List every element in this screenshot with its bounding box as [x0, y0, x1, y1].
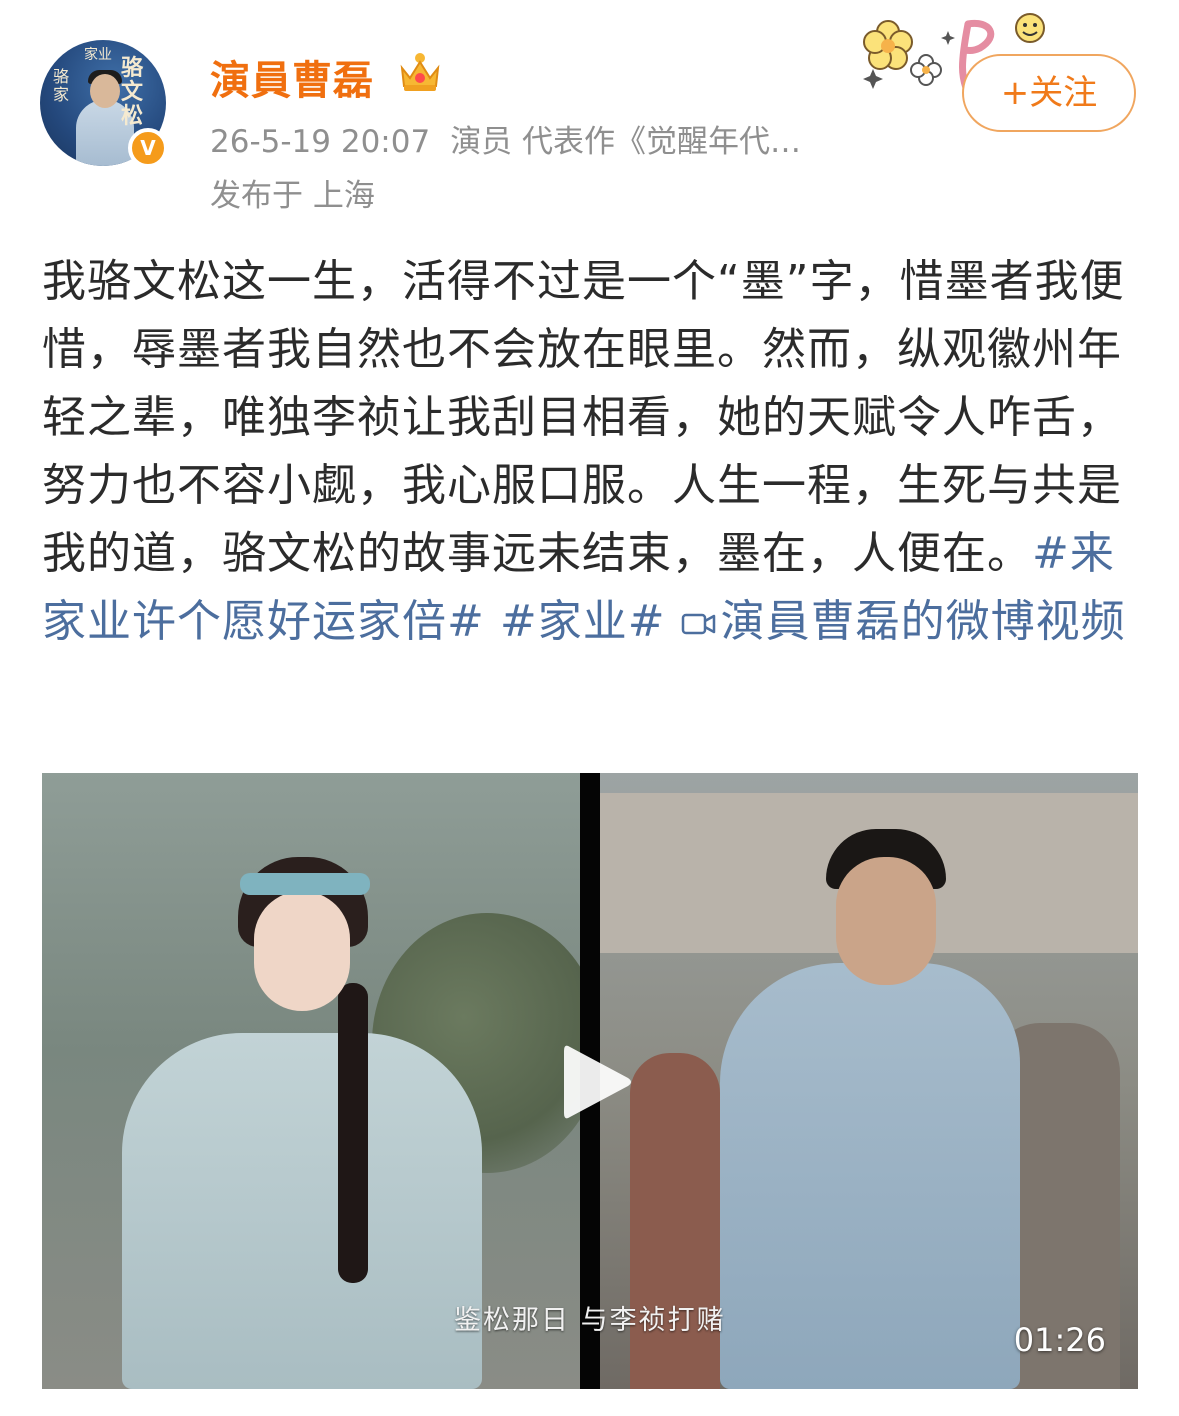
hashtag-link[interactable]: #家业# — [500, 596, 666, 647]
post-content: 我骆文松这一生，活得不过是一个“墨”字，惜墨者我便惜，辱墨者我自然也不会放在眼里… — [42, 248, 1142, 656]
verified-badge-icon: V — [128, 128, 168, 168]
crown-icon — [400, 53, 440, 91]
video-subtitle: 鉴松那日 与李祯打赌 — [454, 1305, 726, 1336]
scene-actress-braid — [338, 983, 368, 1283]
video-duration: 01:26 — [1013, 1321, 1106, 1359]
post-meta: 26-5-19 20:07 演员 代表作《觉醒年代… — [210, 116, 801, 161]
scene-actress-face — [254, 891, 350, 1011]
video-camera-icon — [681, 613, 715, 635]
scene-actress-headband — [240, 873, 370, 895]
author-description: 演员 代表作《觉醒年代… — [450, 124, 802, 160]
avatar-side-text: 骆家 — [52, 67, 69, 104]
scene-background-person — [630, 1053, 720, 1389]
video-frame-right — [600, 773, 1138, 1389]
post-body-text: 我骆文松这一生，活得不过是一个“墨”字，惜墨者我便惜，辱墨者我自然也不会放在眼里… — [42, 256, 1125, 579]
post-datetime[interactable]: 26-5-19 20:07 — [210, 124, 430, 160]
video-frame-left — [42, 773, 602, 1389]
scene-actor-body — [720, 963, 1020, 1389]
video-link[interactable]: 演員曹磊的微博视频 — [681, 596, 1126, 647]
avatar-top-text: 家业 — [84, 47, 112, 63]
play-icon[interactable] — [556, 1039, 636, 1125]
video-player[interactable]: 鉴松那日 与李祯打赌 01:26 — [42, 773, 1138, 1389]
avatar-title-text: 骆文松 — [120, 55, 143, 129]
author-name[interactable]: 演員曹磊 — [210, 48, 374, 106]
scene-actor-face — [836, 857, 936, 985]
scene-actress-body — [122, 1033, 482, 1389]
post-header: 家业 骆文松 骆家 V 演員曹磊 26-5-19 20:07 演员 代表作《觉醒年… — [0, 0, 1179, 230]
post-location: 发布于 上海 — [210, 178, 375, 214]
video-link-label: 演員曹磊的微博视频 — [720, 596, 1126, 647]
follow-button[interactable]: +关注 — [962, 54, 1136, 132]
